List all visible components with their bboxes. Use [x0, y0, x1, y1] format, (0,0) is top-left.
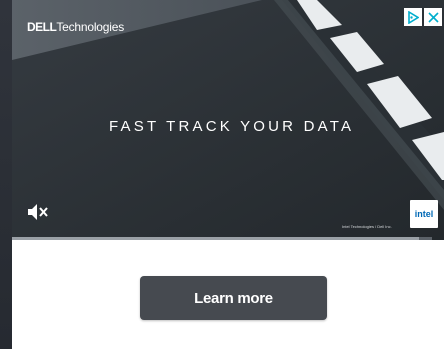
legal-disclaimer: Intel Technologies / Dell Inc. [342, 224, 392, 229]
ad-headline: FAST TRACK YOUR DATA [109, 118, 355, 135]
dell-technologies-logo: DELLTechnologies [27, 20, 124, 34]
adchoices-icon[interactable] [404, 8, 422, 26]
ad-container: DELLTechnologies FAST TRACK YOUR DATA In… [12, 0, 444, 349]
ad-video[interactable]: DELLTechnologies FAST TRACK YOUR DATA In… [12, 0, 444, 240]
intel-logo: intel [410, 200, 438, 228]
close-icon[interactable] [424, 8, 442, 26]
video-progress-fill [12, 237, 420, 240]
brand-prefix: DELL [27, 20, 57, 34]
learn-more-button[interactable]: Learn more [140, 276, 327, 320]
brand-suffix: Technologies [56, 20, 124, 34]
muted-speaker-icon[interactable] [26, 202, 48, 222]
video-progress-bar[interactable] [12, 237, 432, 240]
intel-logo-text: intel [414, 209, 434, 219]
page-background-side [0, 0, 12, 349]
